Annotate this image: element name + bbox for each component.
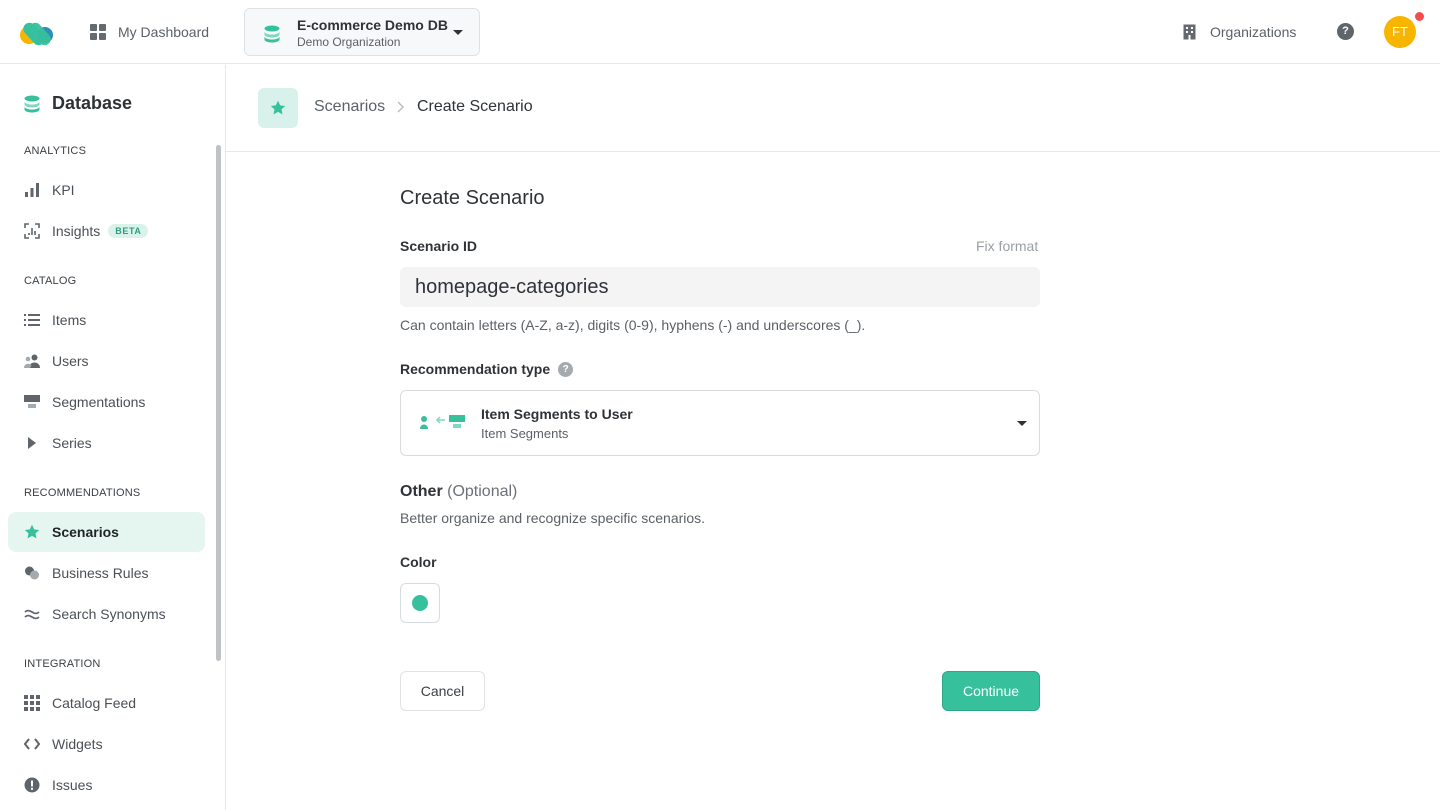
other-description: Better organize and recognize specific s… (400, 510, 706, 526)
other-label: Other (400, 483, 443, 500)
color-label: Color (400, 554, 437, 570)
sidebar-item-kpi[interactable]: KPI (8, 170, 205, 210)
user-avatar[interactable]: FT (1384, 16, 1416, 48)
breadcrumb-scenarios-link[interactable]: Scenarios (314, 98, 385, 116)
scenario-id-input[interactable] (400, 267, 1040, 307)
sidebar-item-label: Items (52, 312, 87, 328)
sidebar-item-label: KPI (52, 182, 75, 198)
my-dashboard-link[interactable]: My Dashboard (90, 20, 209, 44)
sidebar-item-label: Issues (52, 777, 93, 793)
app-logo[interactable] (18, 18, 56, 46)
sidebar-item-label: Catalog Feed (52, 695, 137, 711)
other-heading: Other (Optional) (400, 483, 517, 501)
fix-format-link[interactable]: Fix format (976, 238, 1038, 254)
list-icon (24, 312, 40, 328)
sidebar-item-label: Users (52, 353, 89, 369)
sidebar-item-segmentations[interactable]: Segmentations (8, 382, 205, 422)
building-icon (1183, 24, 1196, 40)
sidebar-item-label: Scenarios (52, 524, 119, 540)
recommendation-type-label-row: Recommendation type ? (400, 361, 574, 377)
segmentations-icon (24, 394, 40, 410)
scenario-id-hint: Can contain letters (A-Z, a-z), digits (… (400, 317, 866, 333)
dots-grid-icon (24, 695, 40, 711)
sidebar-item-label: Business Rules (52, 565, 149, 581)
chevron-right-icon (397, 101, 404, 113)
sidebar-item-label: Search Synonyms (52, 606, 166, 622)
recommendation-type-label: Recommendation type (400, 361, 551, 377)
alert-icon (24, 777, 40, 793)
help-icon[interactable]: ? (1337, 23, 1354, 40)
database-switcher[interactable]: E-commerce Demo DB Demo Organization (244, 8, 480, 56)
business-rules-icon (24, 565, 40, 581)
sidebar-title-label: Database (52, 93, 133, 113)
sidebar-title: Database (24, 93, 132, 114)
optional-label: (Optional) (447, 483, 518, 500)
sidebar-item-items[interactable]: Items (8, 300, 205, 340)
cancel-button[interactable]: Cancel (400, 671, 485, 711)
organizations-label: Organizations (1210, 24, 1297, 40)
chevron-down-icon (453, 30, 463, 35)
sidebar-item-issues[interactable]: Issues (8, 765, 205, 805)
users-icon (24, 353, 40, 369)
sidebar-item-users[interactable]: Users (8, 341, 205, 381)
page-header: Scenarios Create Scenario (226, 65, 1440, 152)
section-analytics: ANALYTICS (24, 145, 87, 157)
page-title: Create Scenario (400, 187, 545, 209)
chevron-down-icon (1017, 421, 1027, 426)
recommendation-type-title: Item Segments to User (481, 406, 633, 422)
sidebar-item-label: Insights (52, 223, 101, 239)
recommendation-type-subtitle: Item Segments (481, 426, 569, 441)
star-icon (24, 524, 40, 540)
bar-chart-icon (24, 182, 40, 198)
sidebar: Database ANALYTICS KPI Insights BETA CAT… (0, 65, 226, 810)
sidebar-item-business-rules[interactable]: Business Rules (8, 553, 205, 593)
sidebar-item-scenarios[interactable]: Scenarios (8, 512, 205, 552)
section-recommendations: RECOMMENDATIONS (24, 487, 141, 499)
database-icon (264, 25, 280, 43)
breadcrumb-star-icon (258, 88, 298, 128)
continue-button[interactable]: Continue (942, 671, 1040, 711)
sidebar-item-label: Widgets (52, 736, 103, 752)
color-swatch (412, 595, 428, 611)
item-segments-to-user-icon (420, 415, 465, 429)
question-icon[interactable]: ? (558, 361, 574, 377)
color-picker-button[interactable] (400, 583, 440, 623)
sidebar-item-widgets[interactable]: Widgets (8, 724, 205, 764)
code-icon (24, 736, 40, 752)
beta-badge: BETA (108, 224, 149, 238)
breadcrumb-current: Create Scenario (417, 98, 533, 115)
my-dashboard-label: My Dashboard (118, 24, 210, 40)
dashboard-grid-icon (90, 24, 106, 40)
organizations-link[interactable]: Organizations (1183, 20, 1296, 44)
sidebar-item-label: Segmentations (52, 394, 146, 410)
section-integration: INTEGRATION (24, 658, 101, 670)
sidebar-item-catalog-feed[interactable]: Catalog Feed (8, 683, 205, 723)
play-icon (24, 435, 40, 451)
scenario-id-label: Scenario ID (400, 238, 478, 254)
sidebar-item-series[interactable]: Series (8, 423, 205, 463)
sidebar-item-label: Series (52, 435, 92, 451)
recommendation-type-select[interactable]: Item Segments to User Item Segments (400, 390, 1040, 456)
sidebar-scrollbar[interactable] (216, 145, 221, 661)
database-icon (24, 95, 40, 112)
approx-icon (24, 606, 40, 622)
notification-dot (1414, 11, 1425, 22)
organization-name: Demo Organization (297, 35, 401, 49)
section-catalog: CATALOG (24, 275, 77, 287)
sidebar-item-insights[interactable]: Insights BETA (8, 211, 205, 251)
database-name: E-commerce Demo DB (297, 17, 448, 33)
sidebar-item-search-synonyms[interactable]: Search Synonyms (8, 594, 205, 634)
top-bar: My Dashboard E-commerce Demo DB Demo Org… (0, 0, 1440, 64)
insights-scan-icon (24, 223, 40, 239)
